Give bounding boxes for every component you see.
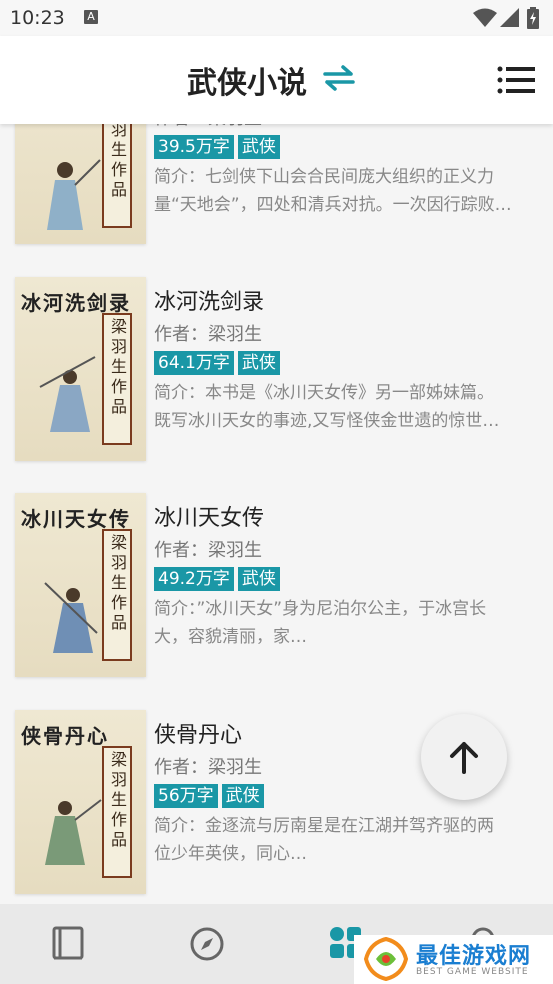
cover-title: 冰河洗剑录 — [21, 291, 131, 315]
app-header: 武侠小说 — [0, 36, 553, 124]
word-count-badge: 39.5万字 — [154, 135, 234, 159]
nav-discover[interactable] — [189, 926, 225, 966]
word-count-badge: 56万字 — [154, 784, 218, 808]
book-cover: 冰川天女传 梁羽生作品 — [15, 493, 146, 677]
tag-row: 39.5万字 武侠 — [154, 135, 280, 159]
book-icon — [52, 926, 84, 960]
cover-figure-icon — [45, 799, 102, 865]
tag-row: 64.1万字 武侠 — [154, 351, 280, 375]
cover-figure-icon — [44, 582, 98, 653]
watermark-logo: 最佳游戏网 BEST GAME WEBSITE — [354, 935, 553, 984]
watermark-subtext: BEST GAME WEBSITE — [416, 967, 529, 977]
word-count-badge: 49.2万字 — [154, 567, 234, 591]
scroll-to-top-button[interactable] — [421, 714, 507, 800]
tag-row: 49.2万字 武侠 — [154, 567, 280, 591]
genre-badge: 武侠 — [237, 135, 280, 159]
cover-title: 侠骨丹心 — [21, 724, 109, 748]
genre-badge: 武侠 — [237, 567, 280, 591]
menu-icon[interactable] — [497, 66, 535, 94]
book-author: 作者：梁羽生 — [154, 540, 262, 561]
book-author: 作者：梁羽生 — [154, 757, 262, 778]
tag-row: 56万字 武侠 — [154, 784, 264, 808]
list-item[interactable]: 冰川天女传 梁羽生作品 冰川天女传 作者：梁羽生 49.2万字 武侠 简介：”冰… — [0, 493, 553, 693]
genre-badge: 武侠 — [221, 784, 264, 808]
cover-author: 梁羽生作品 — [110, 317, 127, 416]
arrow-up-icon — [450, 742, 478, 774]
nav-bookshelf[interactable] — [52, 926, 86, 966]
cover-title: 冰川天女传 — [21, 507, 131, 531]
book-cover: 侠骨丹心 梁羽生作品 — [15, 710, 146, 894]
word-count-badge: 64.1万字 — [154, 351, 234, 375]
cover-author: 梁羽生作品 — [110, 533, 127, 632]
cover-author: 梁羽生作品 — [110, 750, 127, 849]
book-description: 简介：七剑侠下山会合民间庞大组织的正义力 量“天地会”，四处和清兵对抗。一次因行… — [154, 167, 512, 215]
watermark-text: 最佳游戏网 — [416, 944, 532, 969]
book-title: 冰河洗剑录 — [154, 290, 265, 315]
book-title: 侠骨丹心 — [154, 723, 243, 748]
book-description: 简介：金逐流与厉南星是在江湖并驾齐驱的两 位少年英侠，同心… — [154, 816, 494, 864]
book-author: 作者：梁羽生 — [154, 324, 262, 345]
book-title: 冰川天女传 — [154, 506, 265, 531]
compass-icon — [190, 927, 224, 961]
cover-figure-icon — [39, 356, 96, 432]
swap-arrows-icon[interactable] — [323, 64, 355, 92]
book-description: 简介：”冰川天女”身为尼泊尔公主，于冰宫长 大，容貌清丽，家… — [154, 599, 487, 647]
watermark-leaf-icon — [363, 937, 409, 981]
book-cover: 冰河洗剑录 梁羽生作品 — [15, 277, 146, 461]
page-title: 武侠小说 — [187, 66, 307, 101]
list-item[interactable]: 冰河洗剑录 梁羽生作品 冰河洗剑录 作者：梁羽生 64.1万字 武侠 简介：本书… — [0, 277, 553, 477]
book-description: 简介：本书是《冰川天女传》另一部姊妹篇。 既写冰川天女的事迹,又写怪侠金世遗的惊… — [154, 383, 500, 431]
genre-badge: 武侠 — [237, 351, 280, 375]
book-list: 梁羽生作品 作者：梁羽生 39.5万字 武侠 简介：七剑侠下山会合民间庞大组织的… — [0, 0, 553, 984]
